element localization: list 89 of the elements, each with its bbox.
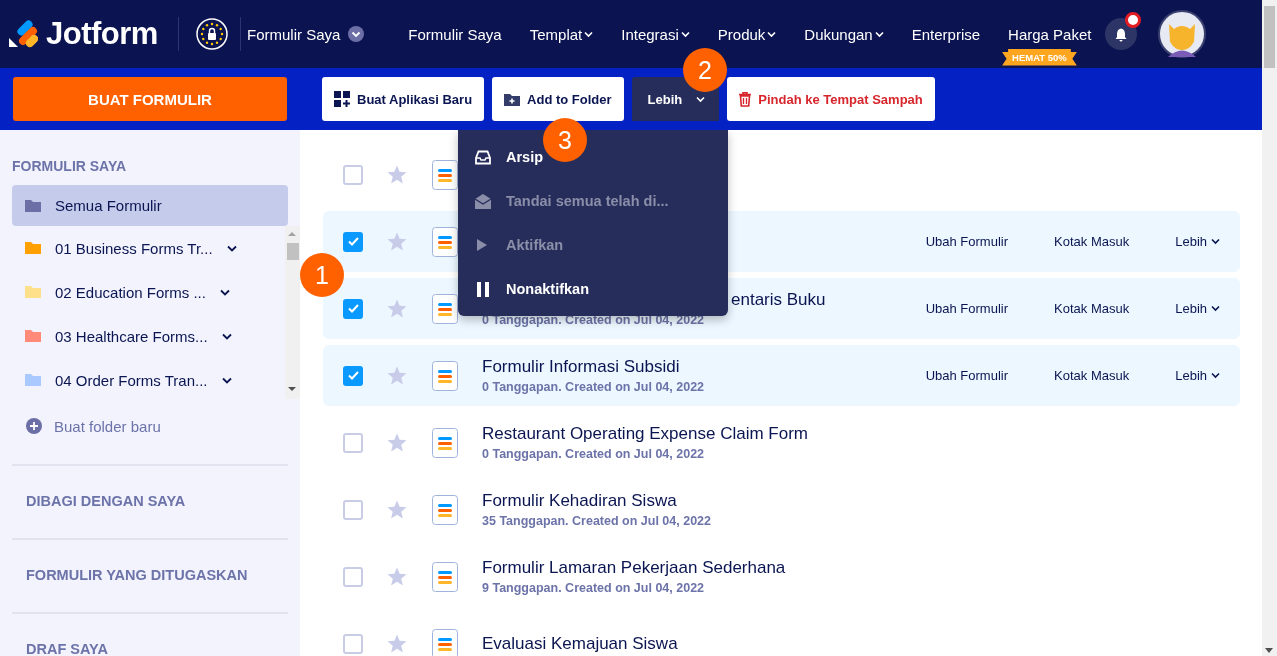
nav-link[interactable]: Dukungan <box>804 25 884 43</box>
checkbox[interactable] <box>343 499 363 520</box>
sidebar-section-link[interactable]: DIBAGI DENGAN SAYA <box>12 464 288 538</box>
checkmark-icon <box>347 237 359 246</box>
workspace-selector[interactable]: Formulir Saya <box>247 25 341 43</box>
chevron-down-icon[interactable] <box>219 288 230 296</box>
checkmark-icon <box>347 371 359 380</box>
caret-icon <box>696 95 706 103</box>
form-icon <box>432 226 458 257</box>
notification-button[interactable] <box>1105 18 1138 50</box>
apps-icon <box>334 91 350 107</box>
avatar[interactable] <box>1158 10 1207 58</box>
form-icon <box>432 427 458 458</box>
form-title[interactable]: Formulir Lamaran Pekerjaan Sederhana <box>482 557 786 578</box>
nav-link[interactable]: Produk <box>717 25 777 43</box>
scrollbar[interactable] <box>285 226 300 399</box>
row-action-link[interactable]: Lebih <box>1175 301 1220 316</box>
row-action-link[interactable]: Ubah Formulir <box>925 301 1009 316</box>
checkbox[interactable] <box>343 231 363 252</box>
row-action-link[interactable]: Kotak Masuk <box>1054 301 1130 316</box>
star-icon[interactable] <box>387 232 407 251</box>
sidebar-item[interactable]: 03 Healthcare Forms... <box>12 314 285 358</box>
sidebar-item[interactable]: 02 Education Forms ... <box>12 270 285 314</box>
nav-link[interactable]: Formulir Saya <box>408 25 502 43</box>
form-icon <box>432 293 458 324</box>
star-icon[interactable] <box>387 433 407 452</box>
promo-ribbon: HEMAT 50% <box>1002 48 1077 66</box>
form-meta: 9 Tanggapan. Created on Jul 04, 2022 <box>482 581 706 596</box>
menu-item[interactable]: Arsip <box>458 135 544 179</box>
checkmark-icon <box>347 304 359 313</box>
chevron-down-icon[interactable] <box>221 376 232 384</box>
form-icon <box>432 561 458 592</box>
sidebar-section-link[interactable]: DRAF SAYA <box>12 612 288 656</box>
nav-link[interactable]: Integrasi <box>621 25 690 43</box>
chevron-down-icon[interactable] <box>348 26 365 42</box>
form-meta: 35 Tanggapan. Created on Jul 04, 2022 <box>482 514 712 529</box>
sidebar-item[interactable]: Semua Formulir <box>12 185 288 226</box>
checkbox[interactable] <box>343 298 363 319</box>
toolbar-button[interactable]: Buat Aplikasi Baru <box>322 77 485 121</box>
star-icon[interactable] <box>387 500 407 519</box>
nav-link[interactable]: Enterprise <box>911 25 981 43</box>
row-action-link[interactable]: Ubah Formulir <box>925 368 1009 383</box>
toolbar-button[interactable]: Pindah ke Tempat Sampah <box>727 77 935 121</box>
envelope-icon <box>475 193 491 209</box>
checkbox[interactable] <box>343 164 363 185</box>
star-icon[interactable] <box>387 299 407 318</box>
pause-icon <box>475 281 491 297</box>
sidebar-section-link[interactable]: FORMULIR YANG DITUGASKAN <box>12 538 288 612</box>
form-meta: 0 Tanggapan. Created on Jul 04, 2022 <box>482 380 705 395</box>
form-icon <box>432 159 458 190</box>
row-action-link[interactable]: Ubah Formulir <box>925 234 1009 249</box>
sidebar-item[interactable]: 01 Business Forms Tr... <box>12 226 285 270</box>
new-folder-link[interactable]: Buat folder baru <box>12 404 288 448</box>
form-icon <box>432 360 458 391</box>
form-meta: 0 Tanggapan. Created on Jul 04, 2022 <box>482 447 706 462</box>
toolbar-button[interactable]: Add to Folder <box>492 77 624 121</box>
logo-text[interactable]: Jotform <box>46 16 158 52</box>
checkbox[interactable] <box>343 633 363 654</box>
folder-add-icon <box>504 92 521 106</box>
form-title[interactable]: Restaurant Operating Expense Claim Form <box>482 423 808 444</box>
row-action-link[interactable]: Lebih <box>1175 368 1220 383</box>
logo-icon[interactable] <box>8 19 38 49</box>
form-icon <box>432 494 458 525</box>
star-icon[interactable] <box>387 634 407 653</box>
eu-badge-icon <box>196 18 228 50</box>
form-title[interactable]: Evaluasi Kemajuan Siswa <box>482 633 678 654</box>
star-icon[interactable] <box>387 366 407 385</box>
star-icon[interactable] <box>387 567 407 586</box>
chevron-down-icon[interactable] <box>226 244 237 252</box>
chevron-down-icon[interactable] <box>221 332 232 340</box>
scrollbar[interactable] <box>1262 0 1277 656</box>
form-title[interactable]: entaris Buku <box>731 289 826 310</box>
bell-icon <box>1114 26 1129 42</box>
star-icon[interactable] <box>387 165 407 184</box>
checkbox[interactable] <box>343 365 363 386</box>
checkbox[interactable] <box>343 432 363 453</box>
row-action-link[interactable]: Kotak Masuk <box>1054 234 1130 249</box>
form-row[interactable]: Formulir Informasi Subsidi 0 Tanggapan. Created on Jul 04, 2022 Ubah Formulir Kotak Masuk Lebih <box>323 345 1240 406</box>
plus-icon <box>26 418 42 434</box>
trash-icon <box>739 91 752 107</box>
sidebar-item[interactable]: 04 Order Forms Tran... <box>12 358 285 402</box>
inbox-icon <box>475 149 491 165</box>
row-action-link[interactable]: Kotak Masuk <box>1054 368 1130 383</box>
nav-link[interactable]: Templat <box>529 25 594 43</box>
form-title[interactable]: Formulir Informasi Subsidi <box>482 356 705 377</box>
checkbox[interactable] <box>343 566 363 587</box>
row-action-link[interactable]: Lebih <box>1175 234 1220 249</box>
section-heading: FORMULIR SAYA <box>12 158 128 174</box>
form-title[interactable]: Formulir Kehadiran Siswa <box>482 490 712 511</box>
